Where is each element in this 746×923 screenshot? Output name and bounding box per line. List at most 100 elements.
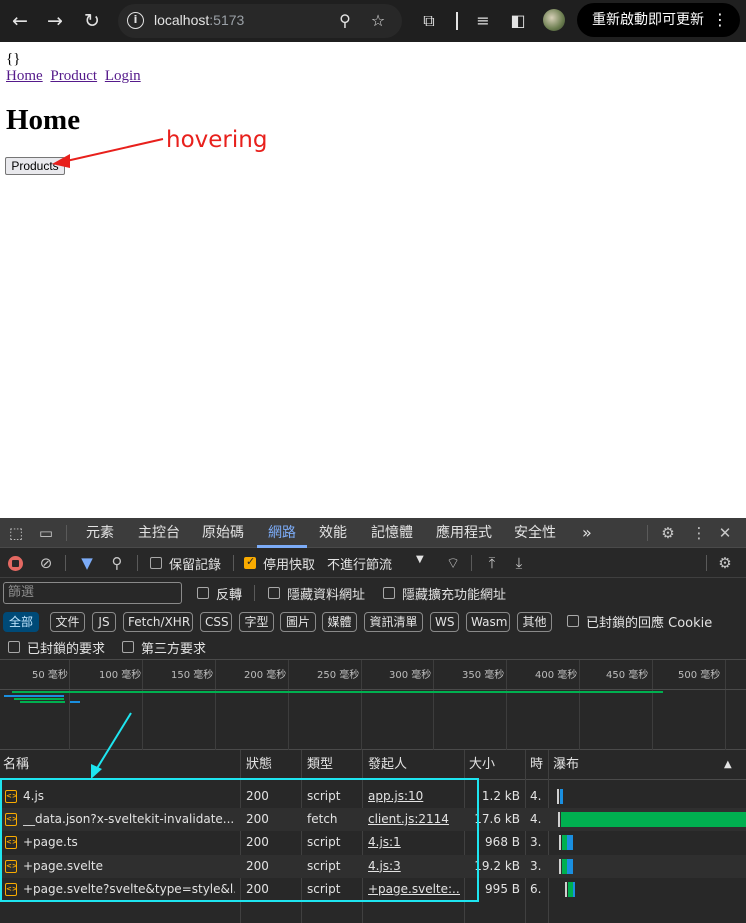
page-heading: Home (6, 104, 81, 136)
preserve-log-checkbox[interactable] (150, 557, 162, 569)
tab-console[interactable]: 主控台 (138, 518, 180, 548)
request-initiator[interactable]: client.js:2114 (368, 808, 460, 831)
network-overview-timeline[interactable]: 50 毫秒 100 毫秒 150 毫秒 200 毫秒 250 毫秒 300 毫秒… (0, 660, 746, 750)
request-type: script (307, 835, 341, 850)
chip-js[interactable]: JS (92, 612, 116, 632)
nav-link-home[interactable]: Home (6, 68, 43, 84)
nav-link-product[interactable]: Product (50, 68, 97, 84)
waterfall-queue-mark (558, 835, 561, 851)
network-settings-gear-icon[interactable]: ⚙ (714, 552, 736, 574)
throttling-select[interactable]: 不進行節流 (327, 554, 392, 573)
requests-table-header: 名稱 狀態 類型 發起人 大小 時 瀑布 ▲ (0, 750, 746, 780)
tab-sources[interactable]: 原始碼 (202, 518, 244, 548)
inspect-element-icon[interactable]: ⬚ (5, 522, 27, 544)
network-conditions-icon[interactable]: ⌔ (442, 552, 464, 574)
chip-wasm[interactable]: Wasm (466, 612, 510, 632)
chip-css[interactable]: CSS (200, 612, 232, 632)
sort-ascending-icon[interactable]: ▲ (724, 750, 732, 780)
chip-manifest[interactable]: 資訊清單 (364, 612, 423, 632)
export-har-icon[interactable]: ⤓ (508, 552, 530, 574)
chip-media[interactable]: 媒體 (322, 612, 357, 632)
waterfall-queue-mark (564, 881, 567, 897)
waterfall-queue-mark (556, 789, 559, 804)
request-time: 3. (530, 858, 542, 873)
overview-script-bar (14, 698, 64, 700)
chip-ws[interactable]: WS (430, 612, 459, 632)
chevron-down-icon[interactable]: ▼ (416, 554, 424, 565)
third-party-checkbox[interactable] (122, 641, 134, 653)
tab-divider (66, 525, 67, 541)
request-row[interactable]: <> 4.js 200 script app.js:10 1.2 kB 4. (0, 785, 746, 808)
tab-elements[interactable]: 元素 (86, 518, 114, 548)
blocked-cookies-checkbox[interactable] (567, 615, 579, 627)
profile-avatar[interactable] (543, 9, 565, 31)
back-arrow-icon[interactable]: ← (6, 7, 34, 35)
site-info-icon[interactable]: i (127, 12, 144, 29)
tab-performance[interactable]: 效能 (319, 518, 347, 548)
more-tabs-icon[interactable]: » (582, 518, 592, 548)
request-time: 3. (530, 835, 542, 850)
column-header-name[interactable]: 名稱 (3, 750, 29, 780)
chip-doc[interactable]: 文件 (50, 612, 85, 632)
request-size: 17.6 kB (474, 812, 520, 827)
tab-network[interactable]: 網路 (268, 518, 296, 548)
device-toolbar-icon[interactable]: ▭ (35, 522, 57, 544)
import-har-icon[interactable]: ⤒ (481, 552, 503, 574)
kebab-menu-icon[interactable]: ⋮ (712, 3, 728, 37)
column-header-size[interactable]: 大小 (469, 750, 495, 780)
request-row[interactable]: <> +page.svelte?svelte&type=style&l... 200… (0, 878, 746, 901)
extensions-puzzle-icon[interactable]: ⧉ (416, 8, 442, 34)
nav-link-login[interactable]: Login (105, 68, 141, 84)
request-initiator[interactable]: 4.js:3 (368, 855, 460, 878)
url-text[interactable]: localhost:5173 (154, 12, 244, 28)
column-header-status[interactable]: 狀態 (246, 750, 272, 780)
close-devtools-icon[interactable]: ✕ (714, 522, 736, 544)
column-header-type[interactable]: 類型 (307, 750, 333, 780)
request-size: 995 B (485, 881, 520, 896)
waterfall-download-bar (560, 812, 746, 828)
devtools-menu-icon[interactable]: ⋮ (688, 522, 710, 544)
request-row[interactable]: <> +page.ts 200 script 4.js:1 968 B 3. (0, 831, 746, 854)
chip-font[interactable]: 字型 (239, 612, 274, 632)
media-queue-icon[interactable]: ≡ (470, 8, 496, 34)
chip-other[interactable]: 其他 (517, 612, 552, 632)
request-initiator[interactable]: +page.svelte:... (368, 878, 460, 901)
products-button[interactable]: Products (5, 157, 65, 175)
reload-icon[interactable]: ↻ (78, 7, 106, 35)
request-row[interactable]: <> __data.json?x-sveltekit-invalidate... 2… (0, 808, 746, 832)
request-time: 4. (530, 789, 542, 803)
filter-funnel-icon[interactable]: ▼ (76, 552, 98, 574)
search-icon[interactable]: ⚲ (106, 552, 128, 574)
timeline-tick-label: 400 毫秒 (535, 670, 578, 681)
column-header-initiator[interactable]: 發起人 (368, 750, 407, 780)
clear-log-icon[interactable]: ⊘ (35, 552, 57, 574)
filter-input[interactable]: 篩選 (3, 582, 182, 604)
chip-img[interactable]: 圖片 (280, 612, 316, 632)
blocked-requests-checkbox[interactable] (8, 641, 20, 653)
settings-gear-icon[interactable]: ⚙ (657, 522, 679, 544)
request-initiator[interactable]: 4.js:1 (368, 831, 460, 854)
hide-extension-urls-checkbox[interactable] (383, 587, 395, 599)
hide-data-urls-checkbox[interactable] (268, 587, 280, 599)
chip-fetch-xhr[interactable]: Fetch/XHR (123, 612, 193, 632)
relaunch-to-update-button[interactable]: 重新啟動即可更新 ⋮ (577, 3, 740, 37)
invert-checkbox[interactable] (197, 587, 209, 599)
address-bar[interactable]: i localhost:5173 ⚲ ☆ (118, 4, 402, 38)
request-type: script (307, 789, 341, 803)
site-nav: Home Product Login (6, 68, 145, 85)
request-row[interactable]: <> +page.svelte 200 script 4.js:3 19.2 kB 3. (0, 854, 746, 878)
side-panel-icon[interactable]: ◧ (505, 8, 531, 34)
bookmark-star-icon[interactable]: ☆ (366, 9, 390, 33)
forward-arrow-icon[interactable]: → (41, 7, 69, 35)
tab-security[interactable]: 安全性 (514, 518, 556, 548)
disable-cache-checkbox[interactable] (244, 555, 256, 569)
zoom-icon[interactable]: ⚲ (333, 9, 357, 33)
stop-recording-icon[interactable] (8, 556, 23, 571)
waterfall-download-bar (566, 858, 573, 874)
chip-all[interactable]: 全部 (3, 612, 39, 632)
request-initiator[interactable]: app.js:10 (368, 785, 460, 808)
column-header-time[interactable]: 時 (530, 750, 543, 780)
tab-memory[interactable]: 記憶體 (371, 518, 413, 548)
tab-application[interactable]: 應用程式 (436, 518, 492, 548)
column-header-waterfall[interactable]: 瀑布 (553, 750, 579, 780)
